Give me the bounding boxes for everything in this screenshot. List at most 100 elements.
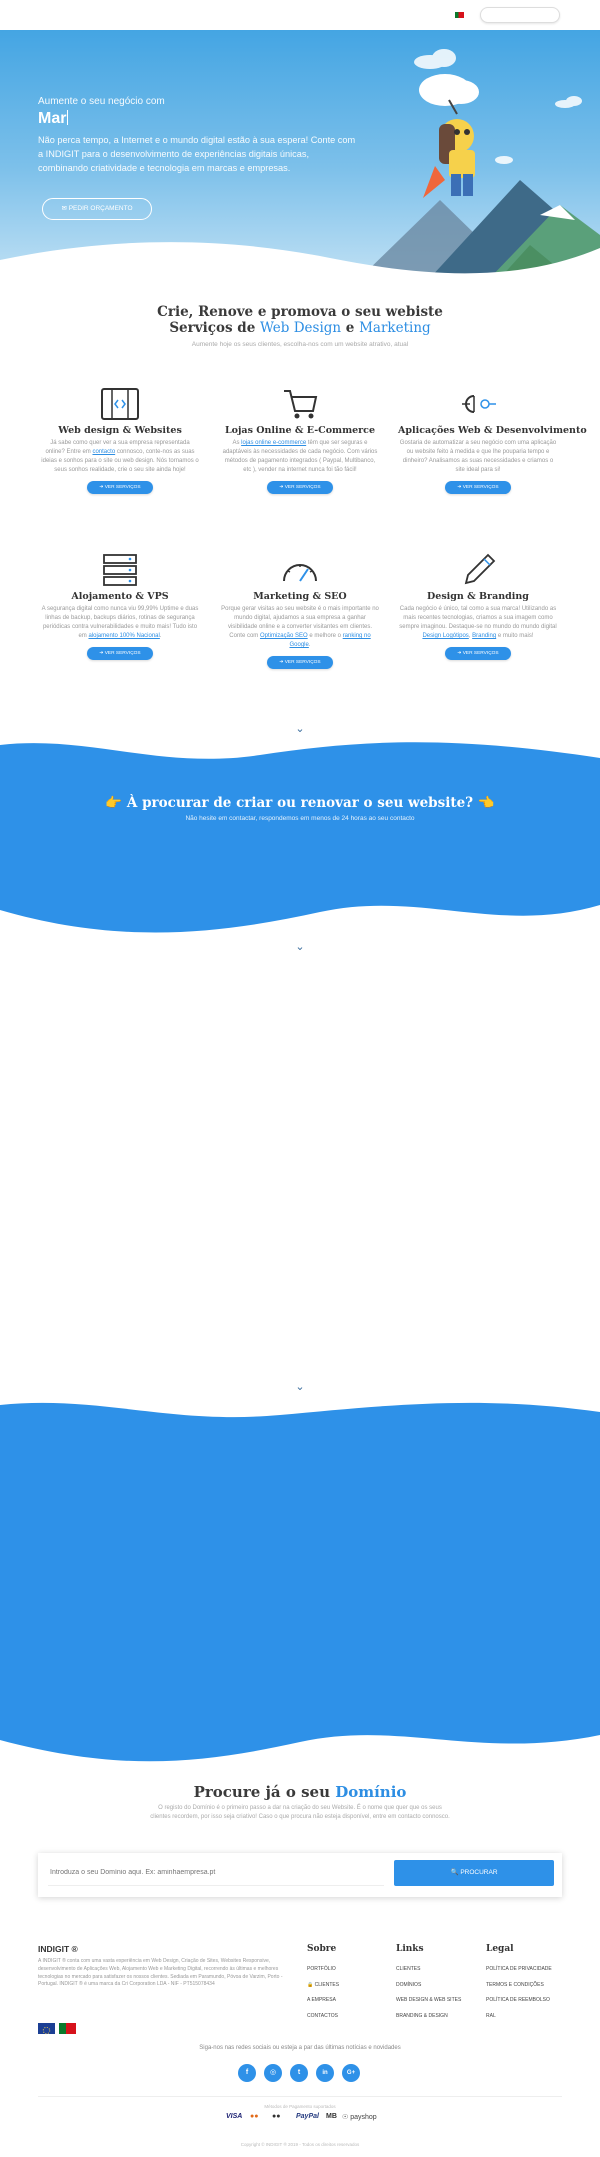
service-title: Lojas Online & E-Commerce: [224, 425, 376, 436]
domain-subtitle: O registo do Domínio é o primeiro passo …: [150, 1805, 450, 1820]
mastercard-icon: ●●: [250, 2113, 259, 2120]
instagram-icon[interactable]: ◎: [264, 2064, 282, 2082]
plug-connector-icon: [462, 395, 496, 413]
footer-col-legal: Legal POLÍTICA DE PRIVACIDADE TERMOS E C…: [486, 1944, 576, 2024]
service-title: Web design & Websites: [58, 425, 182, 436]
server-rack-icon: [103, 554, 137, 586]
payshop-icon: ☉ payshop: [342, 2114, 377, 2121]
service-card-web-apps: Aplicações Web & Desenvolvimento Gostari…: [398, 387, 587, 494]
eu-flag-icon: [38, 2023, 55, 2035]
seo-link[interactable]: Optimização SEO: [260, 633, 308, 639]
twitter-icon[interactable]: t: [290, 2064, 308, 2082]
footer-social-text: Siga-nos nas redes sociais ou esteja a p…: [199, 2045, 401, 2051]
service-title: Alojamento & VPS: [71, 591, 169, 602]
domain-heading: Procure já o seu Domínio: [193, 1783, 407, 1801]
portugal-flag-icon: [59, 2023, 76, 2034]
footer-col-links: Links CLIENTES DOMÍNIOS WEB DESIGN & WEB…: [396, 1944, 486, 2024]
service-text: As lojas online e-commerce têm que ser s…: [222, 440, 378, 473]
footer-link[interactable]: RAL: [486, 2009, 576, 2025]
multibanco-icon: MB: [326, 2113, 337, 2120]
service-title: Marketing & SEO: [253, 591, 347, 602]
shopping-cart-icon: [284, 390, 318, 419]
footer-col-title: Legal: [486, 1944, 514, 1954]
code-window-icon: [101, 388, 139, 420]
speedometer-icon: [283, 564, 317, 582]
services-heading: Crie, Renove e promova o seu webiste Ser…: [0, 304, 600, 336]
pointing-right-icon: 👉: [105, 795, 123, 811]
maestro-icon: ●●: [272, 2113, 281, 2120]
footer-link[interactable]: DOMÍNIOS: [396, 1978, 486, 1994]
visa-icon: VISA: [226, 2113, 243, 2120]
footer-col-title: Sobre: [307, 1944, 337, 1954]
domain-search-box: 🔍 PROCURAR: [38, 1853, 562, 1897]
service-title: Design & Branding: [427, 591, 529, 602]
footer-link[interactable]: PORTFÓLIO: [307, 1962, 397, 1978]
footer-link[interactable]: POLÍTICA DE REEMBOLSO: [486, 1993, 576, 2009]
view-services-button[interactable]: ➜ VER SERVIÇOS: [267, 481, 333, 494]
footer-link[interactable]: CONTACTOS: [307, 2009, 397, 2025]
portfolio-blue-band: [0, 1402, 600, 1762]
cta-heading: 👉 À procurar de criar ou renovar o seu w…: [105, 795, 495, 811]
domain-search-input[interactable]: [48, 1860, 384, 1886]
service-text: Cada negócio é único, tal como a sua mar…: [399, 606, 557, 639]
page: Aumente o seu negócio com Mar Não perca …: [0, 0, 600, 2157]
service-card-branding: Design & Branding Cada negócio é único, …: [398, 553, 558, 660]
footer-divider: [38, 2096, 562, 2097]
hero-typed-title: Mar: [38, 110, 67, 127]
footer-link[interactable]: POLÍTICA DE PRIVACIDADE: [486, 1962, 576, 1978]
logo-design-link[interactable]: Design Logótipos: [422, 633, 468, 639]
top-header: [0, 0, 600, 30]
pointing-left-icon: 👈: [477, 795, 495, 811]
cta-subtitle: Não hesite em contactar, respondemos em …: [185, 815, 415, 822]
footer-link[interactable]: CLIENTES: [396, 1962, 486, 1978]
hero-description: Não perca tempo, a Internet e o mundo di…: [38, 135, 356, 173]
jetpack-mascot-illustration: [419, 74, 479, 198]
chevron-down-icon[interactable]: ⌄: [290, 940, 310, 953]
footer-link[interactable]: 🔒 CLIENTES: [307, 1978, 397, 1994]
services-heading-line1: Crie, Renove e promova o seu webiste: [157, 304, 443, 320]
view-services-button[interactable]: ➜ VER SERVIÇOS: [87, 481, 153, 494]
view-services-button[interactable]: ➜ VER SERVIÇOS: [445, 647, 511, 660]
footer-col-sobre: Sobre PORTFÓLIO 🔒 CLIENTES A EMPRESA CON…: [307, 1944, 397, 2024]
service-text: Porque gerar visitas ao seu website é o …: [221, 606, 379, 648]
hosting-link[interactable]: alojamento 100% Nacional: [88, 633, 159, 639]
request-quote-button[interactable]: ✉ PEDIR ORÇAMENTO: [42, 198, 152, 220]
service-title: Aplicações Web & Desenvolvimento: [398, 425, 587, 436]
service-card-web-design: Web design & Websites Já sabe como quer …: [40, 387, 200, 494]
pencil-icon: [464, 553, 496, 585]
hero-subtitle: Aumente o seu negócio com: [38, 96, 165, 107]
branding-link[interactable]: Branding: [472, 633, 496, 639]
cta-blue-band: [0, 742, 600, 933]
footer-link[interactable]: A EMPRESA: [307, 1993, 397, 2009]
domain-search-button[interactable]: 🔍 PROCURAR: [394, 1860, 554, 1886]
view-services-button[interactable]: ➜ VER SERVIÇOS: [87, 647, 153, 660]
google-plus-icon[interactable]: G+: [342, 2064, 360, 2082]
ecommerce-link[interactable]: lojas online e-commerce: [241, 440, 306, 446]
chevron-down-icon[interactable]: ⌄: [290, 722, 310, 735]
linkedin-icon[interactable]: in: [316, 2064, 334, 2082]
service-text: A segurança digital como nunca viu 99,99…: [41, 606, 199, 639]
footer-description: A INDIGIT ® conta com uma vasta experiên…: [38, 1958, 283, 1988]
footer-col-title: Links: [396, 1944, 424, 1954]
footer-link[interactable]: TERMOS E CONDIÇÕES: [486, 1978, 576, 1994]
service-card-hosting: Alojamento & VPS A segurança digital com…: [40, 553, 200, 660]
services-heading-line2: Serviços de Web Design e Marketing: [169, 320, 431, 336]
footer-brand: INDIGIT ®: [38, 1944, 78, 1954]
footer-link[interactable]: BRANDING & DESIGN: [396, 2009, 486, 2025]
chevron-down-icon[interactable]: ⌄: [290, 1380, 310, 1393]
portugal-flag-icon[interactable]: [455, 12, 464, 18]
service-card-marketing: Marketing & SEO Porque gerar visitas ao …: [220, 553, 380, 669]
facebook-icon[interactable]: f: [238, 2064, 256, 2082]
copyright: Copyright © INDIGIT ® 2019 - Todos os di…: [240, 2142, 360, 2147]
footer-link[interactable]: WEB DESIGN & WEB SITES: [396, 1993, 486, 2009]
contact-link[interactable]: contacto: [92, 449, 115, 455]
service-text: Gostaria de automatizar a seu negócio co…: [399, 440, 557, 473]
view-services-button[interactable]: ➜ VER SERVIÇOS: [445, 481, 511, 494]
service-text: Já sabe como quer ver a sua empresa repr…: [41, 440, 199, 473]
paypal-icon: PayPal: [296, 2113, 319, 2120]
hero-wave-divider: [0, 242, 600, 278]
hero-banner: Aumente o seu negócio com Mar Não perca …: [0, 30, 600, 278]
view-services-button[interactable]: ➜ VER SERVIÇOS: [267, 656, 333, 669]
service-card-ecommerce: Lojas Online & E-Commerce As lojas onlin…: [220, 387, 380, 494]
header-search-input[interactable]: [480, 7, 560, 23]
